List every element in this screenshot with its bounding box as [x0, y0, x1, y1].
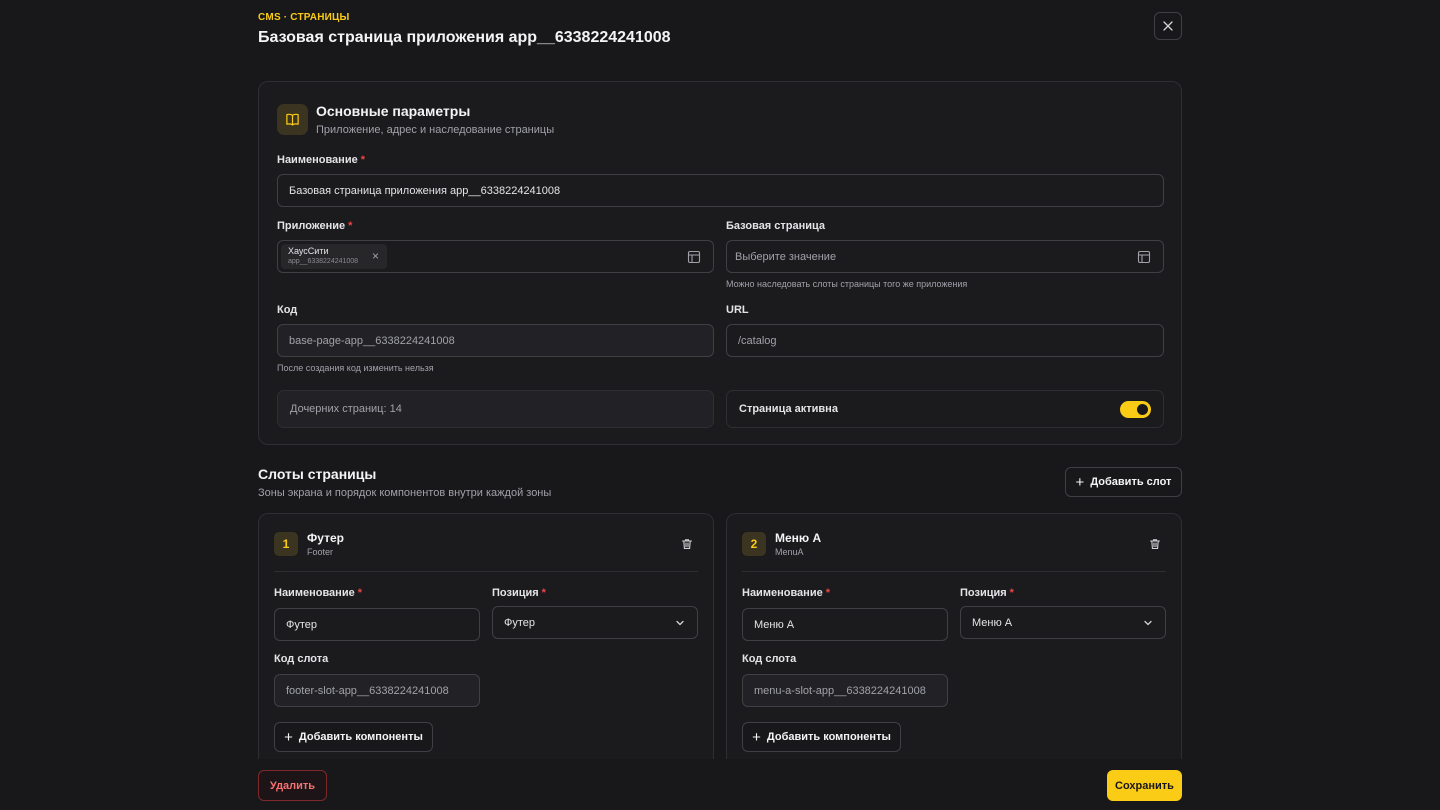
slot-name: Меню А	[775, 531, 822, 545]
required-mark: *	[348, 220, 353, 232]
footer-bar: Удалить Сохранить	[0, 759, 1440, 810]
base-page-label: Базовая страница	[726, 220, 826, 232]
save-button[interactable]: Сохранить	[1107, 770, 1182, 801]
children-count: Дочерних страниц: 14	[277, 390, 714, 428]
slot-code: MenuA	[775, 547, 804, 557]
base-page-select[interactable]: Выберите значение	[726, 240, 1164, 273]
app-chip: ХаусСити app__6338224241008 ×	[281, 244, 387, 269]
app-select[interactable]: ХаусСити app__6338224241008 ×	[277, 240, 714, 273]
section-title: Основные параметры	[316, 103, 471, 119]
table-picker-icon[interactable]	[1137, 250, 1151, 264]
page-title: Базовая страница приложения app__6338224…	[258, 29, 671, 46]
section-subtitle: Приложение, адрес и наследование страниц…	[316, 124, 555, 136]
slot-position-value: Меню А	[972, 616, 1013, 629]
chevron-down-icon	[1144, 620, 1152, 626]
slot-position-label: Позиция *	[492, 587, 546, 599]
plus-icon: +	[752, 728, 761, 746]
slot-code-label: Код слота	[742, 653, 797, 665]
base-page-placeholder: Выберите значение	[735, 250, 837, 263]
active-toggle[interactable]	[1120, 401, 1151, 418]
close-button[interactable]	[1154, 12, 1182, 40]
chip-remove-icon[interactable]: ×	[372, 250, 379, 262]
table-picker-icon[interactable]	[687, 250, 701, 264]
required-mark: *	[825, 587, 830, 599]
required-mark: *	[1009, 587, 1014, 599]
required-mark: *	[357, 587, 362, 599]
add-slot-label: Добавить слот	[1090, 476, 1172, 488]
add-components-button[interactable]: + Добавить компоненты	[742, 722, 901, 752]
code-hint: После создания код изменить нельзя	[277, 363, 434, 373]
slot-position-select[interactable]: Меню А	[960, 606, 1166, 639]
slots-title: Слоты страницы	[258, 466, 377, 482]
code-label: Код	[277, 304, 298, 316]
slot-position-select[interactable]: Футер	[492, 606, 698, 639]
url-input[interactable]: /catalog	[726, 324, 1164, 357]
close-icon	[1163, 21, 1173, 31]
slot-card-footer: 1 Футер Footer Наименование * Футер Позиц…	[258, 513, 714, 773]
add-components-label: Добавить компоненты	[298, 731, 423, 743]
breadcrumb: CMS · СТРАНИЦЫ	[258, 12, 350, 23]
slot-name-input[interactable]: Футер	[274, 608, 480, 641]
main-params-card: Основные параметры Приложение, адрес и н…	[258, 81, 1182, 445]
toggle-knob	[1137, 404, 1148, 415]
slot-position-label: Позиция *	[960, 587, 1014, 599]
slot-position-value: Футер	[504, 616, 536, 629]
slot-number: 2	[742, 532, 766, 556]
active-label: Страница активна	[739, 403, 838, 415]
required-mark: *	[541, 587, 546, 599]
trash-icon[interactable]	[681, 538, 693, 550]
divider	[742, 571, 1166, 572]
slot-code: Footer	[307, 547, 334, 557]
slot-name: Футер	[307, 531, 344, 545]
slots-subtitle: Зоны экрана и порядок компонентов внутри…	[258, 487, 552, 499]
slot-number: 1	[274, 532, 298, 556]
slot-code-input[interactable]: menu-a-slot-app__6338224241008	[742, 674, 948, 707]
add-components-label: Добавить компоненты	[766, 731, 891, 743]
slot-name-label: Наименование *	[274, 587, 362, 599]
add-slot-button[interactable]: + Добавить слот	[1065, 467, 1182, 497]
delete-button[interactable]: Удалить	[258, 770, 327, 801]
base-page-hint: Можно наследовать слоты страницы того же…	[726, 279, 968, 289]
add-components-button[interactable]: + Добавить компоненты	[274, 722, 433, 752]
name-input[interactable]: Базовая страница приложения app__6338224…	[277, 174, 1164, 207]
trash-icon[interactable]	[1149, 538, 1161, 550]
divider	[274, 571, 698, 572]
code-input[interactable]: base-page-app__6338224241008	[277, 324, 714, 357]
app-label: Приложение *	[277, 220, 353, 232]
slot-code-label: Код слота	[274, 653, 329, 665]
name-label: Наименование *	[277, 154, 365, 166]
url-label: URL	[726, 304, 749, 316]
active-row: Страница активна	[726, 390, 1164, 428]
slot-name-label: Наименование *	[742, 587, 830, 599]
slot-card-menu-a: 2 Меню А MenuA Наименование * Меню А Пози…	[726, 513, 1182, 773]
plus-icon: +	[1075, 473, 1085, 491]
slot-name-input[interactable]: Меню А	[742, 608, 948, 641]
book-icon	[277, 104, 308, 135]
slot-code-input[interactable]: footer-slot-app__6338224241008	[274, 674, 480, 707]
page-header: CMS · СТРАНИЦЫ Базовая страница приложен…	[258, 12, 1182, 52]
chevron-down-icon	[676, 620, 684, 626]
required-mark: *	[360, 154, 365, 166]
plus-icon: +	[284, 728, 293, 746]
